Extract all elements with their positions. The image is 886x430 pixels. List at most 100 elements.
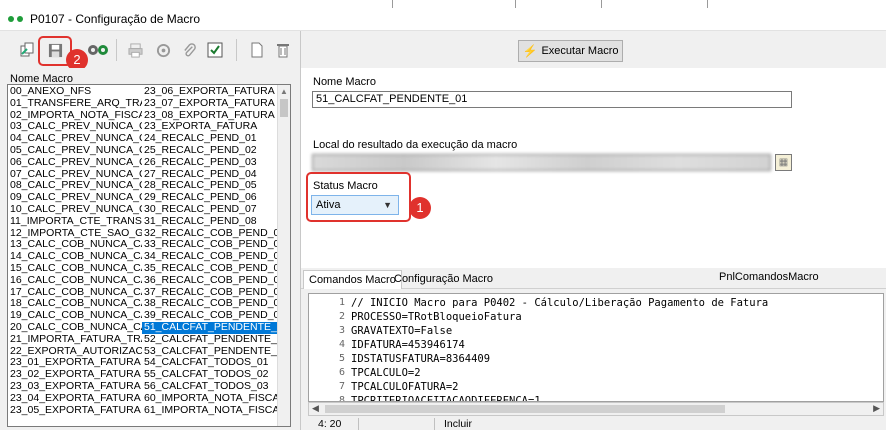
new-file-icon[interactable] bbox=[246, 39, 268, 61]
print-icon[interactable] bbox=[124, 39, 146, 61]
macro-list-item[interactable]: 16_CALC_COB_NUNCA_CALC bbox=[8, 275, 142, 287]
macro-list-item[interactable]: 05_CALC_PREV_NUNCA_CAL bbox=[8, 145, 142, 157]
macro-list-item[interactable]: 31_RECALC_PEND_08 bbox=[142, 216, 278, 228]
macro-list-item[interactable]: 03_CALC_PREV_NUNCA_CAL bbox=[8, 121, 142, 133]
line-number: 6 bbox=[338, 367, 345, 378]
code-line[interactable]: 7 TPCALCULOFATURA=2 bbox=[309, 380, 879, 394]
copy-icon[interactable] bbox=[16, 39, 38, 61]
macro-list-item[interactable]: 08_CALC_PREV_NUNCA_CAL bbox=[8, 180, 142, 192]
macro-list-item[interactable]: 38_RECALC_COB_PEND_07 bbox=[142, 298, 278, 310]
code-line[interactable]: 5 IDSTATUSFATURA=8364409 bbox=[309, 352, 879, 366]
macro-list-item[interactable]: 27_RECALC_PEND_04 bbox=[142, 169, 278, 181]
macro-list-item[interactable]: 53_CALCFAT_PENDENTE_03 bbox=[142, 346, 278, 358]
macro-list-column-2: 23_06_EXPORTA_FATURA 23_07_EXPORTA_FATURA… bbox=[142, 86, 278, 416]
check-icon[interactable] bbox=[204, 39, 226, 61]
macro-list-item[interactable]: 54_CALCFAT_TODOS_01 bbox=[142, 357, 278, 369]
config-icon[interactable] bbox=[152, 39, 174, 61]
execute-macro-label: Executar Macro bbox=[541, 45, 619, 57]
line-number: 2 bbox=[338, 311, 345, 322]
macro-list-item[interactable]: 36_RECALC_COB_PEND_05 bbox=[142, 275, 278, 287]
macro-list-item[interactable]: 30_RECALC_PEND_07 bbox=[142, 204, 278, 216]
macro-list-item[interactable]: 01_TRANSFERE_ARQ_TRAN bbox=[8, 98, 142, 110]
macro-list-item[interactable]: 23_08_EXPORTA_FATURA bbox=[142, 110, 278, 122]
macro-list-item[interactable]: 23_03_EXPORTA_FATURA bbox=[8, 381, 142, 393]
macro-list-item[interactable]: 23_01_EXPORTA_FATURA bbox=[8, 357, 142, 369]
macro-list-item[interactable]: 23_EXPORTA_FATURA bbox=[142, 121, 278, 133]
macro-list-item[interactable]: 22_EXPORTA_AUTORIZACA bbox=[8, 346, 142, 358]
macro-list-item[interactable]: 07_CALC_PREV_NUNCA_CAL bbox=[8, 169, 142, 181]
code-line[interactable]: 2 PROCESSO=TRotBloqueioFatura bbox=[309, 310, 879, 324]
code-line[interactable]: 6 TPCALCULO=2 bbox=[309, 366, 879, 380]
macro-list-item[interactable]: 23_02_EXPORTA_FATURA bbox=[8, 369, 142, 381]
macro-listbox[interactable]: 00_ANEXO_NFS 01_TRANSFERE_ARQ_TRAN 02_IMPO… bbox=[7, 84, 291, 427]
code-line[interactable]: 1 // INICIO Macro para P0402 - Cálculo/Li… bbox=[309, 296, 879, 310]
hscroll-thumb[interactable] bbox=[325, 405, 725, 413]
code-text: TPCRITERIOACEITACAODIFERENCA=1 bbox=[351, 395, 541, 402]
cursor-position: 4: 20 bbox=[318, 418, 342, 430]
macro-list-item[interactable]: 19_CALC_COB_NUNCA_CALC bbox=[8, 310, 142, 322]
code-line[interactable]: 3 GRAVATEXTO=False bbox=[309, 324, 879, 338]
macro-list-item[interactable]: 14_CALC_COB_NUNCA_CALC bbox=[8, 251, 142, 263]
macro-list-item[interactable]: 11_IMPORTA_CTE_TRANSP bbox=[8, 216, 142, 228]
settings-icon[interactable] bbox=[86, 39, 110, 61]
macro-list-item[interactable]: 39_RECALC_COB_PEND_08 bbox=[142, 310, 278, 322]
macro-list-item[interactable]: 51_CALCFAT_PENDENTE_01 bbox=[142, 321, 278, 334]
attach-icon[interactable] bbox=[178, 39, 200, 61]
macro-form: Nome Macro 51_CALCFAT_PENDENTE_01 Local … bbox=[301, 68, 886, 268]
macro-list-item[interactable]: 32_RECALC_COB_PEND_01 bbox=[142, 228, 278, 240]
window-title: P0107 - Configuração de Macro bbox=[30, 12, 201, 26]
macro-list-item[interactable]: 04_CALC_PREV_NUNCA_CAL bbox=[8, 133, 142, 145]
nome-macro-input[interactable]: 51_CALCFAT_PENDENTE_01 bbox=[312, 91, 792, 108]
macro-list-item[interactable]: 12_IMPORTA_CTE_SAO_GAE bbox=[8, 228, 142, 240]
code-text: IDFATURA=453946174 bbox=[351, 339, 465, 351]
macro-list-item[interactable]: 06_CALC_PREV_NUNCA_CAL bbox=[8, 157, 142, 169]
local-resultado-input[interactable] bbox=[312, 154, 771, 171]
macro-list-item[interactable]: 24_RECALC_PEND_01 bbox=[142, 133, 278, 145]
scroll-thumb[interactable] bbox=[280, 99, 288, 117]
macro-list-item[interactable]: 20_CALC_COB_NUNCA_CALC bbox=[8, 322, 142, 334]
tab-configuracao-macro[interactable]: Configuração Macro bbox=[389, 270, 498, 288]
macro-list-item[interactable]: 23_06_EXPORTA_FATURA bbox=[142, 86, 278, 98]
folder-browse-icon[interactable]: ▦ bbox=[775, 154, 792, 171]
macro-list-item[interactable]: 18_CALC_COB_NUNCA_CALC bbox=[8, 298, 142, 310]
macro-list-panel: Nome Macro 00_ANEXO_NFS 01_TRANSFERE_ARQ_… bbox=[0, 68, 296, 430]
macro-list-item[interactable]: 28_RECALC_PEND_05 bbox=[142, 180, 278, 192]
scroll-right-icon[interactable]: ▶ bbox=[873, 403, 880, 414]
macro-list-item[interactable]: 29_RECALC_PEND_06 bbox=[142, 192, 278, 204]
macro-list-item[interactable]: 37_RECALC_COB_PEND_06 bbox=[142, 287, 278, 299]
macro-list-item[interactable]: 00_ANEXO_NFS bbox=[8, 86, 142, 98]
macro-list-item[interactable]: 09_CALC_PREV_NUNCA_CAL bbox=[8, 192, 142, 204]
scroll-left-icon[interactable]: ◀ bbox=[312, 403, 319, 414]
macro-list-item[interactable]: 23_07_EXPORTA_FATURA bbox=[142, 98, 278, 110]
macro-list-item[interactable]: 23_04_EXPORTA_FATURA bbox=[8, 393, 142, 405]
macro-list-column-1: 00_ANEXO_NFS 01_TRANSFERE_ARQ_TRAN 02_IMPO… bbox=[8, 86, 142, 416]
macro-list-item[interactable]: 55_CALCFAT_TODOS_02 bbox=[142, 369, 278, 381]
macro-list-item[interactable]: 10_CALC_PREV_NUNCA_CAL bbox=[8, 204, 142, 216]
macro-list-item[interactable]: 35_RECALC_COB_PEND_04 bbox=[142, 263, 278, 275]
code-line[interactable]: 4 IDFATURA=453946174 bbox=[309, 338, 879, 352]
macro-list-item[interactable]: 60_IMPORTA_NOTA_FISCAL bbox=[142, 393, 278, 405]
line-number: 5 bbox=[338, 353, 345, 364]
macro-list-item[interactable]: 25_RECALC_PEND_02 bbox=[142, 145, 278, 157]
execute-macro-button[interactable]: ⚡ Executar Macro bbox=[518, 40, 623, 62]
macro-list-item[interactable]: 61_IMPORTA_NOTA_FISCAL bbox=[142, 405, 278, 417]
macro-list-item[interactable]: 15_CALC_COB_NUNCA_CALC bbox=[8, 263, 142, 275]
macro-list-item[interactable]: 52_CALCFAT_PENDENTE_02 bbox=[142, 334, 278, 346]
macro-list-item[interactable]: 17_CALC_COB_NUNCA_CALC bbox=[8, 287, 142, 299]
macro-code-editor[interactable]: 1 // INICIO Macro para P0402 - Cálculo/Li… bbox=[308, 293, 884, 402]
macro-list-item[interactable]: 21_IMPORTA_FATURA_TRAN bbox=[8, 334, 142, 346]
tab-comandos-macro[interactable]: Comandos Macro bbox=[303, 270, 402, 289]
delete-icon[interactable] bbox=[272, 39, 294, 61]
macro-list-item[interactable]: 13_CALC_COB_NUNCA_CALC bbox=[8, 239, 142, 251]
macro-list-item[interactable]: 02_IMPORTA_NOTA_FISCAL bbox=[8, 110, 142, 122]
list-scrollbar[interactable]: ▲ bbox=[277, 85, 290, 426]
editor-horizontal-scrollbar[interactable]: ◀ ▶ bbox=[308, 402, 884, 416]
status-callout-box bbox=[306, 172, 411, 222]
macro-list-item[interactable]: 23_05_EXPORTA_FATURA bbox=[8, 405, 142, 417]
code-line[interactable]: 8 TPCRITERIOACEITACAODIFERENCA=1 bbox=[309, 394, 879, 402]
macro-list-item[interactable]: 33_RECALC_COB_PEND_02 bbox=[142, 239, 278, 251]
scroll-up-icon[interactable]: ▲ bbox=[280, 87, 288, 96]
macro-list-item[interactable]: 56_CALCFAT_TODOS_03 bbox=[142, 381, 278, 393]
macro-list-item[interactable]: 34_RECALC_COB_PEND_03 bbox=[142, 251, 278, 263]
macro-list-item[interactable]: 26_RECALC_PEND_03 bbox=[142, 157, 278, 169]
